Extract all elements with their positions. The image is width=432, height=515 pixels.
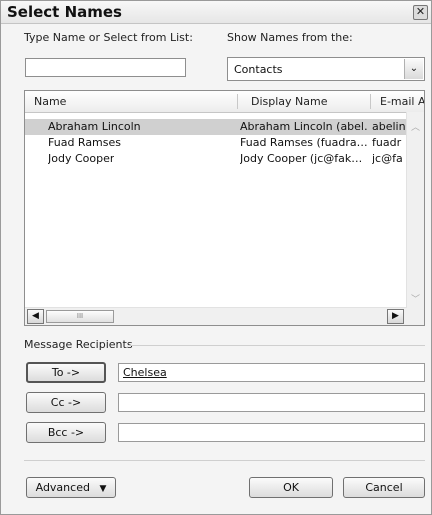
scroll-left-icon[interactable]: ◀: [27, 309, 44, 324]
to-button[interactable]: To ->: [26, 362, 106, 383]
title-bar: Select Names ✕: [1, 1, 431, 24]
advanced-button[interactable]: Advanced ▼: [26, 477, 116, 498]
scroll-down-icon[interactable]: ﹀: [409, 292, 422, 305]
select-names-dialog: Select Names ✕ Type Name or Select from …: [0, 0, 432, 515]
horizontal-scrollbar[interactable]: ◀ III ▶: [25, 307, 407, 325]
search-input[interactable]: [25, 58, 186, 77]
vertical-scrollbar[interactable]: ︿ ﹀: [406, 112, 424, 308]
list-item[interactable]: Fuad Ramses Fuad Ramses (fuadra… fuadr: [25, 135, 407, 151]
list-item[interactable]: Jody Cooper Jody Cooper (jc@fak… jc@fa: [25, 151, 407, 167]
address-book-value: Contacts: [234, 63, 283, 76]
column-header-display-name[interactable]: Display Name: [251, 95, 328, 108]
divider: [129, 345, 425, 346]
cancel-button[interactable]: Cancel: [343, 477, 425, 498]
chevron-down-icon[interactable]: ⌄: [404, 59, 423, 79]
column-header-email[interactable]: E-mail A: [380, 95, 424, 108]
close-icon: ✕: [415, 5, 426, 18]
scroll-up-icon[interactable]: ︿: [409, 120, 422, 133]
dialog-title: Select Names: [7, 3, 122, 21]
cc-field[interactable]: [118, 393, 425, 412]
column-header-name[interactable]: Name: [34, 95, 66, 108]
divider: [24, 460, 425, 461]
contacts-list[interactable]: Name Display Name E-mail A Abraham Linco…: [24, 90, 425, 326]
list-header: Name Display Name E-mail A: [25, 91, 424, 113]
address-book-dropdown[interactable]: Contacts ⌄: [227, 57, 425, 81]
scroll-right-icon[interactable]: ▶: [387, 309, 404, 324]
cc-button[interactable]: Cc ->: [26, 392, 106, 413]
to-recipient[interactable]: Chelsea: [123, 366, 167, 379]
message-recipients-label: Message Recipients: [24, 338, 133, 351]
dropdown-arrow-icon: ▼: [99, 484, 107, 494]
address-book-label: Show Names from the:: [227, 31, 353, 44]
to-field[interactable]: Chelsea: [118, 363, 425, 382]
scroll-thumb[interactable]: III: [46, 310, 114, 323]
scrollbar-corner: [407, 308, 424, 325]
close-button[interactable]: ✕: [413, 5, 428, 20]
bcc-button[interactable]: Bcc ->: [26, 422, 106, 443]
bcc-field[interactable]: [118, 423, 425, 442]
list-item[interactable]: Abraham Lincoln Abraham Lincoln (abel… a…: [25, 119, 407, 135]
search-label: Type Name or Select from List:: [24, 31, 193, 44]
ok-button[interactable]: OK: [249, 477, 333, 498]
